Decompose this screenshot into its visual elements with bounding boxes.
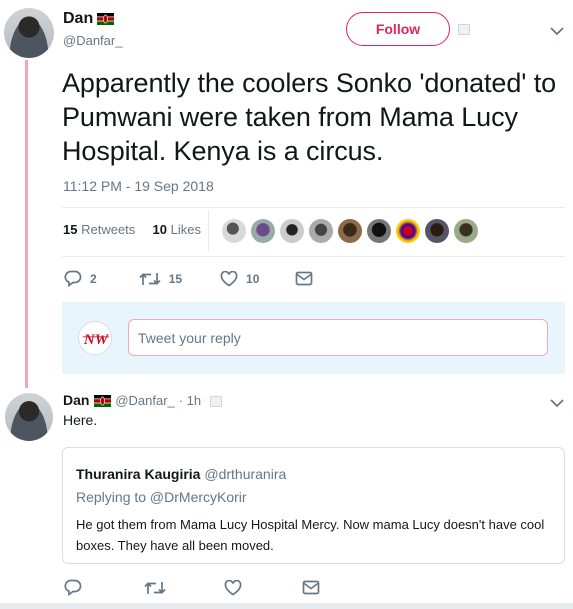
retweet-action[interactable] xyxy=(144,580,166,596)
liker-avatar[interactable] xyxy=(367,219,391,243)
reply-author-handle[interactable]: @Danfar_ xyxy=(115,393,174,408)
quoted-author-handle: @drthuranira xyxy=(204,466,287,482)
author-name[interactable]: Dan xyxy=(63,10,93,27)
tweet-actions: 2 15 10 xyxy=(64,270,313,287)
like-icon xyxy=(224,579,242,595)
reply-author-name[interactable]: Dan xyxy=(63,392,89,408)
quoted-text: He got them from Mama Lucy Hospital Merc… xyxy=(76,517,545,553)
like-count: 10 xyxy=(246,271,260,286)
follow-button[interactable]: Follow xyxy=(346,12,450,46)
likes-label[interactable]: Likes xyxy=(171,222,201,237)
flag-kenya-icon xyxy=(94,395,112,408)
grey-square-icon xyxy=(458,24,470,35)
liker-avatar[interactable] xyxy=(425,219,449,243)
reply-author-row: Dan @Danfar_ · 1h xyxy=(63,392,222,408)
reply-age[interactable]: · 1h xyxy=(179,393,201,408)
logo-text: NW xyxy=(83,332,110,348)
likes-count[interactable]: 10 xyxy=(153,222,167,237)
author-handle[interactable]: @Danfar_ xyxy=(63,33,122,48)
tweet-timestamp[interactable]: 11:12 PM - 19 Sep 2018 xyxy=(63,178,214,194)
liker-avatar[interactable] xyxy=(251,219,275,243)
avatar[interactable] xyxy=(5,393,53,441)
divider xyxy=(62,256,565,257)
bottom-divider xyxy=(0,603,573,609)
retweet-icon xyxy=(144,581,166,594)
reply-text: Here. xyxy=(63,412,98,428)
retweet-icon xyxy=(139,272,161,285)
liker-avatar[interactable] xyxy=(222,219,246,243)
chevron-down-icon[interactable] xyxy=(550,399,564,408)
like-icon xyxy=(220,270,238,286)
retweet-action[interactable]: 15 xyxy=(139,271,182,287)
liker-avatar[interactable] xyxy=(338,219,362,243)
flag-kenya-icon xyxy=(97,12,115,25)
avatar[interactable] xyxy=(4,8,54,58)
reply-icon xyxy=(64,579,82,596)
retweets-label[interactable]: Retweets xyxy=(81,222,135,237)
liker-avatar[interactable] xyxy=(280,219,304,243)
divider xyxy=(62,207,565,208)
thread-line xyxy=(25,60,28,388)
message-action[interactable] xyxy=(295,271,313,286)
likers-avatars xyxy=(222,219,483,243)
message-icon xyxy=(296,271,313,286)
stats-divider xyxy=(208,210,209,252)
message-action[interactable] xyxy=(302,580,320,595)
quoted-author-row: Thuranira Kaugiria @drthuranira xyxy=(76,466,286,482)
quoted-author-name: Thuranira Kaugiria xyxy=(76,466,201,482)
grey-square-icon xyxy=(209,395,222,407)
liker-avatar[interactable] xyxy=(309,219,333,243)
liker-avatar[interactable] xyxy=(454,219,478,243)
retweet-count: 15 xyxy=(168,271,183,286)
reply-count: 2 xyxy=(90,271,97,286)
message-icon xyxy=(302,580,320,595)
tweet-text: Apparently the coolers Sonko 'donated' t… xyxy=(62,68,557,166)
reply-actions xyxy=(64,579,320,596)
author-name-row: Dan xyxy=(63,10,115,28)
reply-input[interactable]: Tweet your reply xyxy=(128,319,548,356)
quoted-replying-to: Replying to @DrMercyKorir xyxy=(76,489,247,505)
like-action[interactable] xyxy=(224,579,242,596)
reply-action[interactable]: 2 xyxy=(64,270,97,287)
like-action[interactable]: 10 xyxy=(220,270,260,287)
user-avatar-logo[interactable]: NW xyxy=(78,321,112,355)
tweet-stats: 15 Retweets 10 Likes xyxy=(63,222,201,237)
liker-avatar[interactable] xyxy=(396,219,420,243)
reply-icon xyxy=(64,270,82,287)
chevron-down-icon[interactable] xyxy=(550,27,564,36)
retweets-count[interactable]: 15 xyxy=(63,222,77,237)
reply-action[interactable] xyxy=(64,579,82,596)
